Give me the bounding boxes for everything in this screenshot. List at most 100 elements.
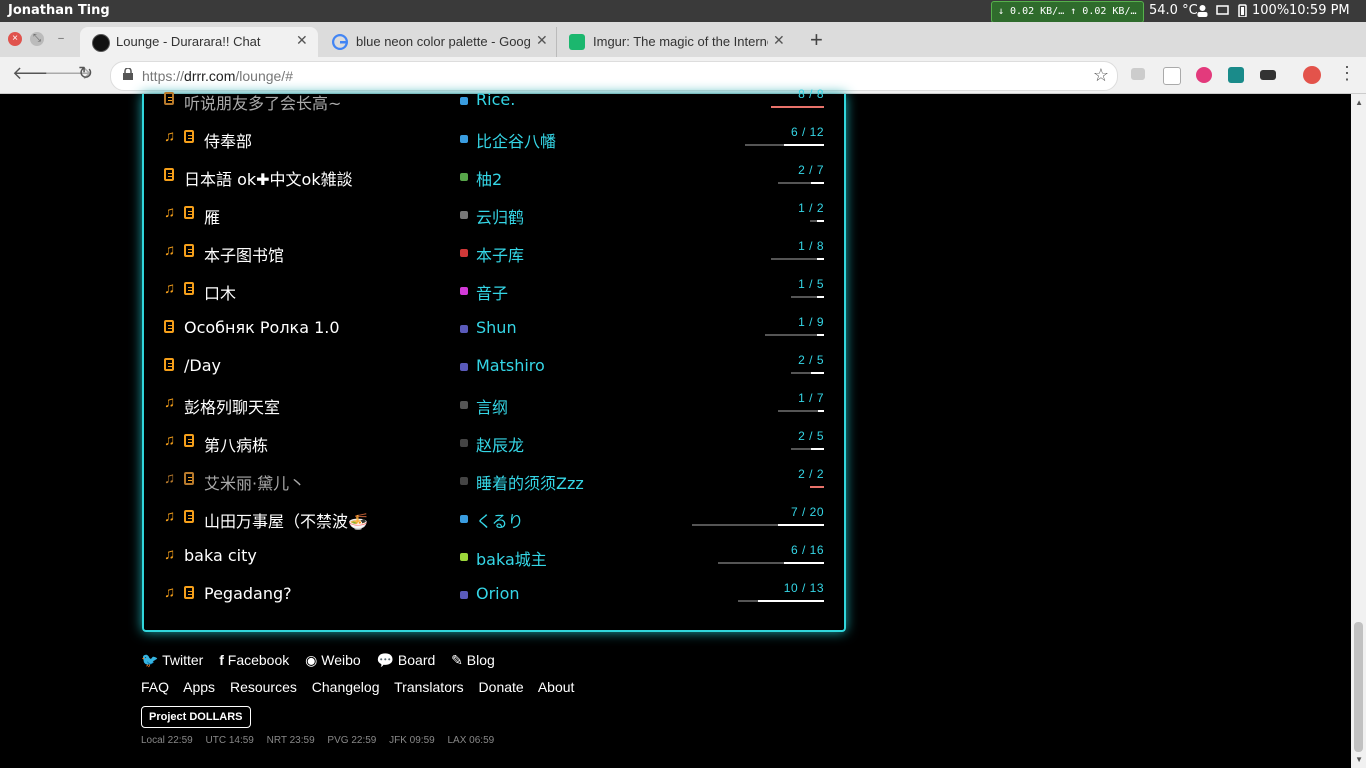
room-host: 比企谷八幡 <box>476 132 557 151</box>
room-row[interactable]: Особняк Ролка 1.0 Shun 1 / 9 <box>144 309 844 347</box>
notepad-icon <box>164 358 174 371</box>
room-row[interactable]: ♫ baka city baka城主 6 / 16 <box>144 537 844 575</box>
room-name[interactable]: 日本語 ok✚中文ok雑談 <box>184 166 353 190</box>
room-name[interactable]: 听说朋友多了会长高~ <box>184 90 341 114</box>
close-window-icon[interactable]: × <box>8 32 22 46</box>
room-row[interactable]: 听说朋友多了会长高~ Rice. 8 / 8 <box>144 81 844 119</box>
project-dollars-badge[interactable]: Project DOLLARS <box>141 706 251 728</box>
room-name[interactable]: Особняк Ролка 1.0 <box>184 318 340 337</box>
capacity-bar <box>810 486 824 488</box>
capacity-bar <box>718 562 824 564</box>
room-row[interactable]: ♫ 彭格列聊天室 言纲 1 / 7 <box>144 385 844 423</box>
extension-font-icon[interactable] <box>1163 67 1181 85</box>
room-row[interactable]: 日本語 ok✚中文ok雑談 柚2 2 / 7 <box>144 157 844 195</box>
room-name[interactable]: 艾米丽·黛儿丶 <box>204 470 305 494</box>
host-color-swatch <box>460 325 468 333</box>
host-color-swatch <box>460 553 468 561</box>
room-name[interactable]: 口木 <box>204 280 236 304</box>
room-row[interactable]: ♫ Pegadang? Orion 10 / 13 <box>144 575 844 613</box>
room-row[interactable]: ♫ 本子图书馆 本子库 1 / 8 <box>144 233 844 271</box>
capacity-bar-fill <box>810 182 824 184</box>
capacity-bar-fill <box>810 372 824 374</box>
room-name[interactable]: /Day <box>184 356 221 375</box>
extension-s-icon[interactable] <box>1228 67 1244 83</box>
os-clock[interactable]: 10:59 PM <box>1289 3 1350 18</box>
room-name[interactable]: 雁 <box>204 204 220 228</box>
browser-menu-icon[interactable]: ⋮ <box>1338 63 1356 84</box>
room-name[interactable]: Pegadang? <box>204 584 292 603</box>
extension-keyboard-icon[interactable] <box>1131 68 1145 80</box>
room-name[interactable]: 第八病栋 <box>204 432 268 456</box>
scroll-up-arrow-icon[interactable]: ▲ <box>1355 98 1363 107</box>
tab-lounge[interactable]: Lounge - Durarara!! Chat ✕ <box>80 27 318 57</box>
room-capacity: 1 / 8 <box>798 239 824 253</box>
music-note-icon: ♫ <box>164 546 176 563</box>
close-tab-icon[interactable]: ✕ <box>773 32 785 49</box>
music-note-icon: ♫ <box>164 280 176 297</box>
host-color-swatch <box>460 249 468 257</box>
room-name[interactable]: 本子图书馆 <box>204 242 284 266</box>
room-host: 言纲 <box>476 398 509 417</box>
capacity-bar <box>791 296 824 298</box>
tab-label: blue neon color palette - Google <box>356 34 531 49</box>
extension-player-icon[interactable] <box>1196 67 1212 83</box>
capacity-bar <box>771 258 824 260</box>
host-color-swatch <box>460 477 468 485</box>
close-tab-icon[interactable]: ✕ <box>536 32 548 49</box>
translators-link[interactable]: Translators <box>394 679 464 695</box>
about-link[interactable]: About <box>538 679 575 695</box>
room-capacity: 2 / 5 <box>798 353 824 367</box>
capacity-bar <box>777 182 824 184</box>
room-name[interactable]: baka city <box>184 546 257 565</box>
resources-link[interactable]: Resources <box>230 679 297 695</box>
profile-avatar-icon[interactable] <box>1303 66 1321 84</box>
room-row[interactable]: ♫ 第八病栋 赵辰龙 2 / 5 <box>144 423 844 461</box>
user-icon[interactable] <box>1196 4 1209 17</box>
battery-icon[interactable] <box>1236 4 1249 17</box>
extension-printer-icon[interactable] <box>1260 70 1276 80</box>
scroll-down-arrow-icon[interactable]: ▼ <box>1355 755 1363 764</box>
display-icon[interactable] <box>1216 4 1229 17</box>
notepad-icon <box>184 282 194 295</box>
bookmark-star-icon[interactable]: ☆ <box>1093 65 1109 86</box>
notepad-icon <box>184 130 194 143</box>
room-capacity: 8 / 8 <box>798 87 824 101</box>
room-capacity: 10 / 13 <box>783 581 824 595</box>
host-color-swatch <box>460 591 468 599</box>
apps-link[interactable]: Apps <box>183 679 215 695</box>
donate-link[interactable]: Donate <box>479 679 524 695</box>
board-link[interactable]: 💬 Board <box>377 652 436 668</box>
room-row[interactable]: ♫ 口木 音子 1 / 5 <box>144 271 844 309</box>
capacity-bar-fill <box>784 144 824 146</box>
room-name[interactable]: 山田万事屋（不禁波🍜 <box>204 508 368 532</box>
changelog-link[interactable]: Changelog <box>312 679 380 695</box>
room-row[interactable]: ♫ 雁 云归鹤 1 / 2 <box>144 195 844 233</box>
facebook-link[interactable]: f Facebook <box>219 652 289 668</box>
capacity-bar <box>738 600 824 602</box>
host-color-swatch <box>460 363 468 371</box>
blog-link[interactable]: ✎ Blog <box>451 652 495 668</box>
minimize-window-icon[interactable]: – <box>54 32 68 46</box>
facebook-icon: f <box>219 652 224 668</box>
tab-imgur[interactable]: Imgur: The magic of the Internet ✕ <box>556 27 793 57</box>
faq-link[interactable]: FAQ <box>141 679 169 695</box>
twitter-link[interactable]: 🐦 Twitter <box>141 652 203 668</box>
tab-google[interactable]: blue neon color palette - Google ✕ <box>320 27 556 57</box>
scrollbar-thumb[interactable] <box>1354 622 1363 752</box>
capacity-bar <box>764 334 824 336</box>
os-top-bar: Jonathan Ting ↓ 0.02 KB/… ↑ 0.02 KB/… 54… <box>0 0 1366 23</box>
room-name[interactable]: 彭格列聊天室 <box>184 394 280 418</box>
reload-icon[interactable]: ↻ <box>78 63 93 84</box>
notepad-icon <box>164 92 174 105</box>
restore-window-icon[interactable]: ⤡ <box>30 32 44 46</box>
capacity-bar <box>777 410 824 412</box>
room-row[interactable]: /Day Matshiro 2 / 5 <box>144 347 844 385</box>
room-row[interactable]: ♫ 侍奉部 比企谷八幡 6 / 12 <box>144 119 844 157</box>
host-color-swatch <box>460 401 468 409</box>
weibo-link[interactable]: ◉ Weibo <box>305 652 361 668</box>
new-tab-button[interactable]: + <box>806 27 836 57</box>
room-name[interactable]: 侍奉部 <box>204 128 252 152</box>
room-row[interactable]: ♫ 艾米丽·黛儿丶 睡着的须须Zzz 2 / 2 <box>144 461 844 499</box>
room-row[interactable]: ♫ 山田万事屋（不禁波🍜 くるり 7 / 20 <box>144 499 844 537</box>
close-tab-icon[interactable]: ✕ <box>296 32 308 49</box>
